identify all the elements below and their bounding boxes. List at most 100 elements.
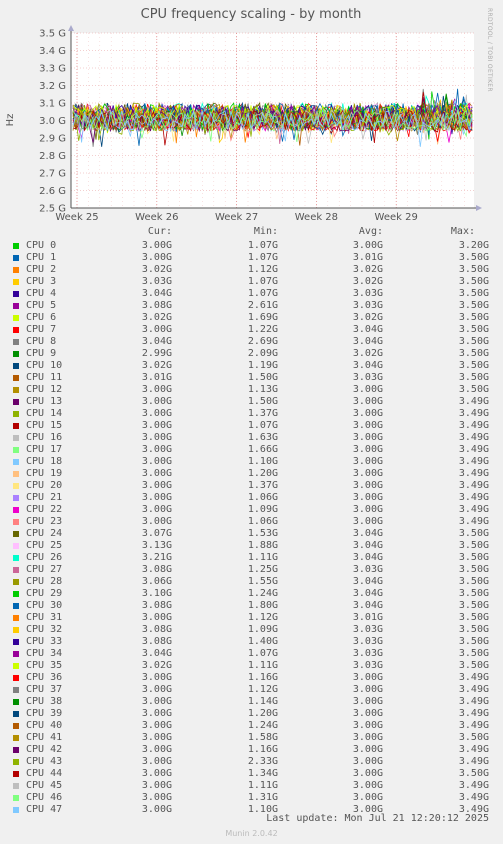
- legend-max-value: 3.49G: [458, 744, 489, 755]
- legend-max-value: 3.50G: [458, 372, 489, 383]
- legend-max-value: 3.50G: [458, 252, 489, 263]
- legend-avg-value: 3.00G: [352, 684, 383, 695]
- legend-swatch: [13, 399, 19, 405]
- legend-min-value: 1.69G: [247, 312, 278, 323]
- legend-avg-value: 3.03G: [352, 372, 383, 383]
- legend-avg-value: 3.01G: [352, 252, 383, 263]
- legend-min-value: 1.06G: [247, 492, 278, 503]
- legend-cur-value: 3.00G: [141, 756, 172, 767]
- legend-row: CPU 25 3.13G 1.88G 3.04G 3.50G: [0, 540, 503, 552]
- legend-avg-value: 3.02G: [352, 276, 383, 287]
- legend-max-value: 3.50G: [458, 348, 489, 359]
- legend-max-value: 3.49G: [458, 672, 489, 683]
- legend-max-value: 3.49G: [458, 780, 489, 791]
- legend-avg-value: 3.00G: [352, 384, 383, 395]
- legend-min-value: 1.09G: [247, 624, 278, 635]
- legend-min-value: 2.09G: [247, 348, 278, 359]
- legend-row: CPU 43 3.00G 2.33G 3.00G 3.49G: [0, 756, 503, 768]
- legend-avg-value: 3.00G: [352, 744, 383, 755]
- legend-cur-value: 3.01G: [141, 372, 172, 383]
- legend-cur-value: 3.08G: [141, 624, 172, 635]
- x-tick-label: Week 28: [295, 212, 338, 223]
- legend-cur-value: 3.08G: [141, 600, 172, 611]
- y-tick-label: 3.3 G: [39, 64, 66, 75]
- y-tick-label: 2.7 G: [39, 169, 66, 180]
- legend-max-value: 3.49G: [458, 432, 489, 443]
- legend-series-name: CPU 4: [26, 288, 57, 299]
- legend-series-name: CPU 2: [26, 264, 57, 275]
- legend-max-value: 3.50G: [458, 600, 489, 611]
- legend-series-name: CPU 23: [26, 516, 63, 527]
- legend-swatch: [13, 243, 19, 249]
- legend-min-value: 1.10G: [247, 456, 278, 467]
- legend-max-value: 3.49G: [458, 504, 489, 515]
- legend-min-value: 1.53G: [247, 528, 278, 539]
- x-tick-label: Week 27: [215, 212, 258, 223]
- legend-series-name: CPU 3: [26, 276, 57, 287]
- legend-swatch: [13, 675, 19, 681]
- legend-row: CPU 20 3.00G 1.37G 3.00G 3.49G: [0, 480, 503, 492]
- legend-min-value: 1.50G: [247, 396, 278, 407]
- legend-avg-value: 3.00G: [352, 516, 383, 527]
- legend-min-value: 1.12G: [247, 612, 278, 623]
- legend-swatch: [13, 435, 19, 441]
- legend-row: CPU 34 3.04G 1.07G 3.03G 3.50G: [0, 648, 503, 660]
- legend-max-value: 3.49G: [458, 792, 489, 803]
- legend-avg-value: 3.03G: [352, 660, 383, 671]
- y-axis-arrow-icon: [68, 25, 74, 31]
- legend-row: CPU 29 3.10G 1.24G 3.04G 3.50G: [0, 588, 503, 600]
- legend-swatch: [13, 699, 19, 705]
- legend-max-value: 3.49G: [458, 480, 489, 491]
- legend-row: CPU 30 3.08G 1.80G 3.04G 3.50G: [0, 600, 503, 612]
- legend-min-value: 1.55G: [247, 576, 278, 587]
- legend-cur-value: 3.08G: [141, 300, 172, 311]
- legend-series-name: CPU 46: [26, 792, 63, 803]
- legend-avg-value: 3.04G: [352, 588, 383, 599]
- legend-min-value: 1.09G: [247, 504, 278, 515]
- legend-cur-value: 3.04G: [141, 648, 172, 659]
- legend-max-value: 3.50G: [458, 552, 489, 563]
- legend-row: CPU 35 3.02G 1.11G 3.03G 3.50G: [0, 660, 503, 672]
- legend-min-value: 1.07G: [247, 276, 278, 287]
- legend-max-value: 3.49G: [458, 420, 489, 431]
- legend-min-value: 1.22G: [247, 324, 278, 335]
- legend-avg-value: 3.00G: [352, 672, 383, 683]
- legend-min-value: 1.50G: [247, 372, 278, 383]
- legend-max-value: 3.20G: [458, 240, 489, 251]
- legend-series-name: CPU 38: [26, 696, 63, 707]
- legend-row: CPU 18 3.00G 1.10G 3.00G 3.49G: [0, 456, 503, 468]
- legend-avg-value: 3.00G: [352, 456, 383, 467]
- legend-row: CPU 37 3.00G 1.12G 3.00G 3.49G: [0, 684, 503, 696]
- legend-row: CPU 16 3.00G 1.63G 3.00G 3.49G: [0, 432, 503, 444]
- legend-max-value: 3.50G: [458, 768, 489, 779]
- legend-avg-value: 3.02G: [352, 264, 383, 275]
- x-axis-ticks: Week 25 Week 26 Week 27 Week 28 Week 29: [55, 212, 418, 223]
- legend-cur-value: 3.00G: [141, 396, 172, 407]
- legend-cur-value: 3.00G: [141, 468, 172, 479]
- legend-swatch: [13, 579, 19, 585]
- legend-cur-value: 3.00G: [141, 456, 172, 467]
- legend-series-name: CPU 20: [26, 480, 63, 491]
- legend-header-min: Min:: [253, 226, 278, 237]
- legend-cur-value: 3.03G: [141, 276, 172, 287]
- y-tick-label: 3.5 G: [39, 29, 66, 40]
- legend-min-value: 1.07G: [247, 288, 278, 299]
- legend-swatch: [13, 351, 19, 357]
- legend-max-value: 3.49G: [458, 696, 489, 707]
- legend-series-name: CPU 33: [26, 636, 63, 647]
- legend-avg-value: 3.04G: [352, 528, 383, 539]
- legend-min-value: 1.11G: [247, 552, 278, 563]
- legend-series-name: CPU 34: [26, 648, 63, 659]
- legend-cur-value: 3.00G: [141, 672, 172, 683]
- legend-cur-value: 3.00G: [141, 780, 172, 791]
- legend-cur-value: 3.02G: [141, 660, 172, 671]
- legend-min-value: 1.37G: [247, 480, 278, 491]
- legend-swatch: [13, 315, 19, 321]
- legend-avg-value: 3.00G: [352, 708, 383, 719]
- legend-cur-value: 3.00G: [141, 240, 172, 251]
- legend-cur-value: 3.00G: [141, 384, 172, 395]
- legend-series-name: CPU 16: [26, 432, 63, 443]
- legend-cur-value: 3.00G: [141, 432, 172, 443]
- legend-swatch: [13, 687, 19, 693]
- legend-cur-value: 3.00G: [141, 504, 172, 515]
